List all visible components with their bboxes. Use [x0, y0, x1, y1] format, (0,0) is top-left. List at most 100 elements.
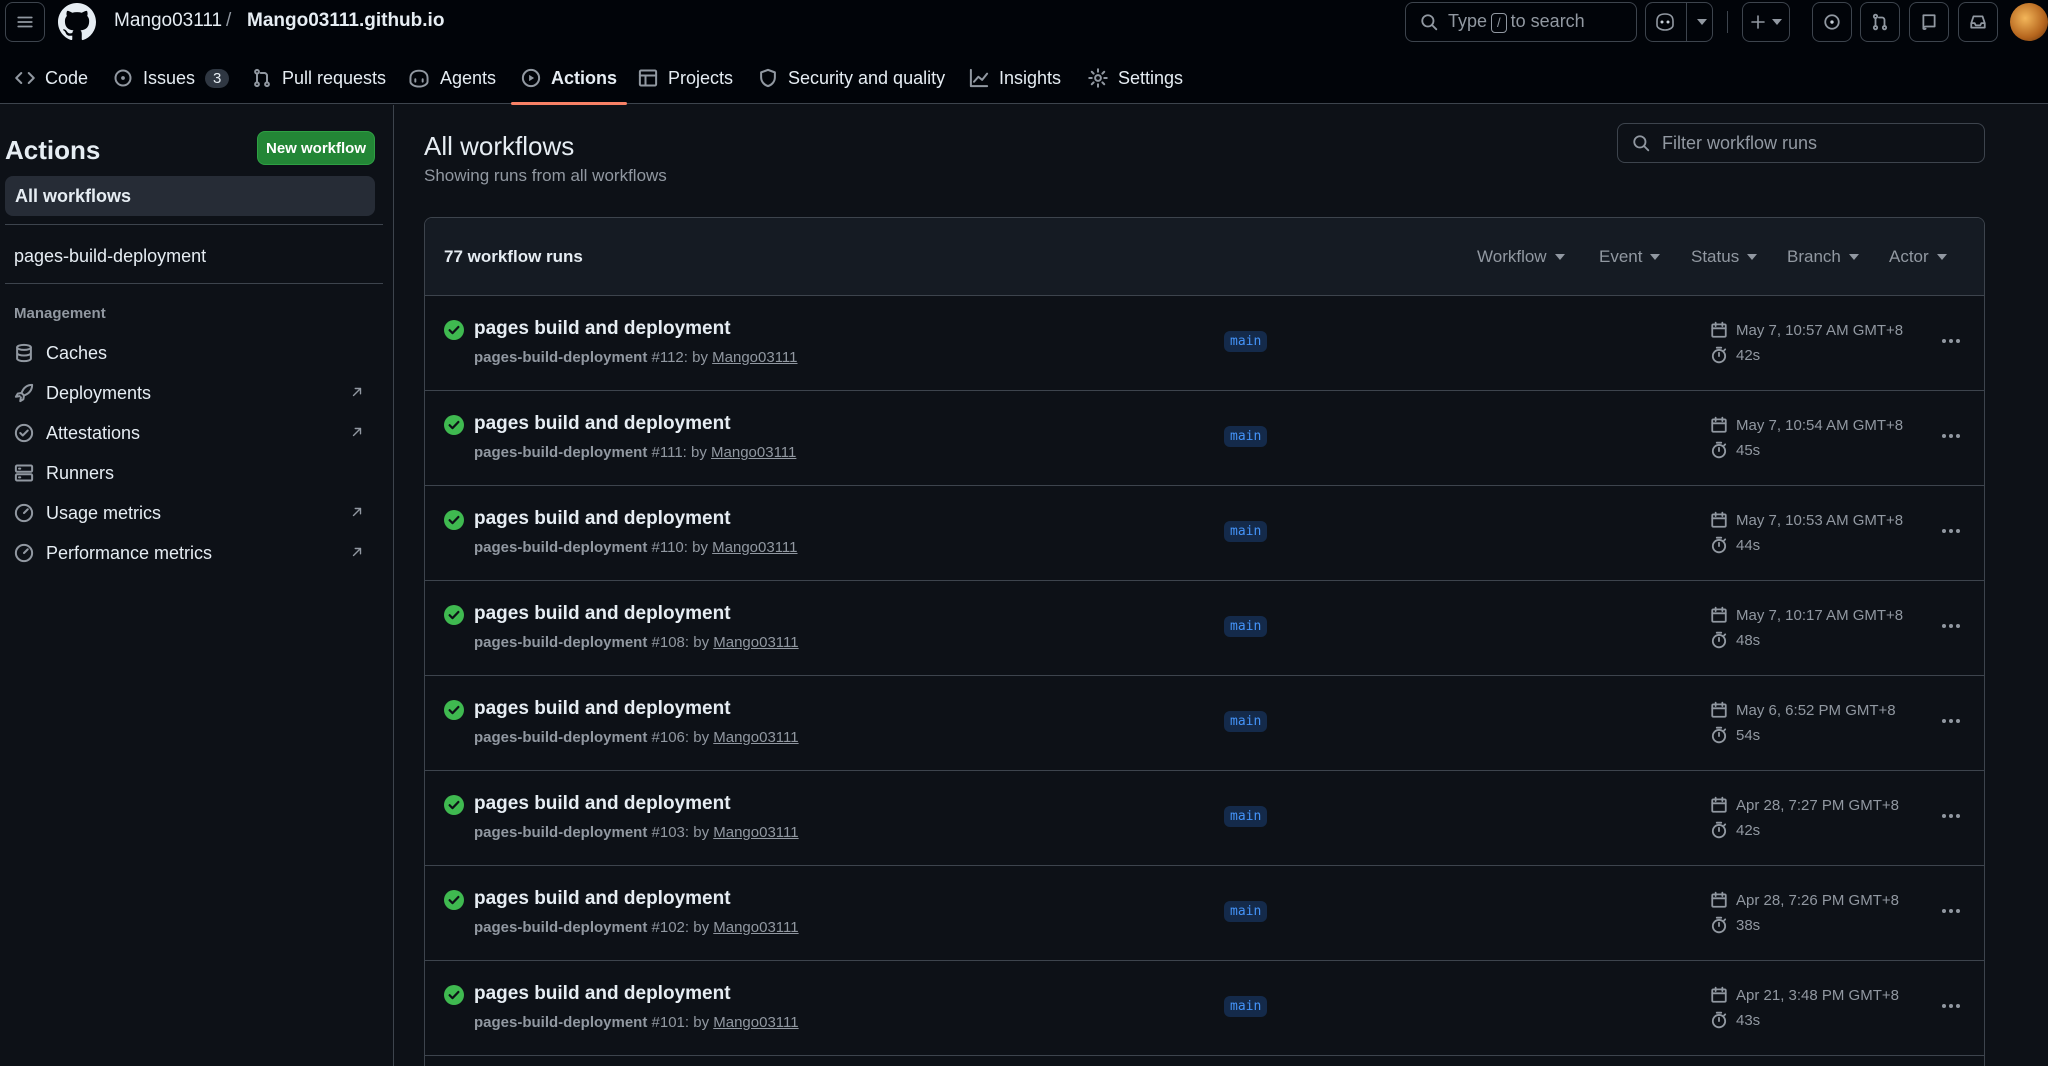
branch-filter-dropdown[interactable]: Branch [1787, 247, 1859, 267]
sidebar-item-label: Usage metrics [46, 502, 162, 523]
table-icon [638, 69, 658, 87]
sidebar-item-performance-metrics[interactable]: Performance metrics [14, 538, 364, 568]
stopwatch-icon [1711, 536, 1727, 554]
tab-agents[interactable]: Agents [408, 52, 496, 104]
run-actor-link[interactable]: Mango03111 [713, 1014, 798, 1031]
kebab-dot-icon [1949, 339, 1953, 343]
issues-button[interactable] [1812, 2, 1852, 42]
tab-settings[interactable]: Settings [1088, 52, 1183, 104]
branch-badge[interactable]: main [1224, 521, 1268, 542]
filter-workflow-runs-input[interactable]: Filter workflow runs [1617, 123, 1985, 163]
search-icon [1633, 135, 1650, 152]
event-filter-dropdown[interactable]: Event [1599, 247, 1661, 267]
run-duration-text: 42s [1736, 821, 1761, 839]
github-logo-icon[interactable] [58, 3, 96, 41]
sidebar-item-all-workflows[interactable]: All workflows [5, 176, 375, 216]
kebab-dot-icon [1956, 434, 1960, 438]
workflow-run-row[interactable]: pages build and deployment pages-build-d… [425, 581, 1984, 676]
pull-request-icon [254, 68, 270, 88]
run-title-link[interactable]: pages build and deployment [474, 793, 731, 815]
run-actor-link[interactable]: Mango03111 [713, 729, 798, 746]
sidebar-item-runners[interactable]: Runners [14, 458, 364, 488]
kebab-dot-icon [1942, 529, 1946, 533]
branch-badge[interactable]: main [1224, 616, 1268, 637]
run-options-button[interactable] [1937, 804, 1965, 828]
status-filter-dropdown[interactable]: Status [1691, 247, 1758, 267]
sidebar-item-attestations[interactable]: Attestations [14, 418, 364, 448]
stopwatch-icon [1711, 346, 1727, 364]
actor-filter-dropdown[interactable]: Actor [1889, 247, 1947, 267]
menu-button[interactable] [5, 2, 45, 42]
run-options-button[interactable] [1937, 709, 1965, 733]
run-options-button[interactable] [1937, 994, 1965, 1018]
run-title-link[interactable]: pages build and deployment [474, 698, 731, 720]
branch-badge[interactable]: main [1224, 901, 1268, 922]
tab-actions[interactable]: Actions [510, 52, 628, 105]
create-new-button[interactable] [1742, 2, 1790, 42]
workflow-run-row[interactable]: pages build and deployment pages-build-d… [425, 771, 1984, 866]
run-title-link[interactable]: pages build and deployment [474, 603, 731, 625]
run-by-text: : by [684, 729, 710, 746]
run-title-link[interactable]: pages build and deployment [474, 983, 731, 1005]
agent-icon [409, 69, 429, 88]
meter-icon [14, 503, 34, 523]
run-options-button[interactable] [1937, 329, 1965, 353]
repo-link[interactable]: Mango03111.github.io [247, 10, 444, 32]
sidebar-item-label: Attestations [46, 422, 141, 443]
tab-projects[interactable]: Projects [638, 52, 733, 104]
run-actor-link[interactable]: Mango03111 [713, 919, 798, 936]
global-header: Mango03111 / Mango03111.github.io Type / t… [0, 0, 2048, 105]
workflow-run-row[interactable]: pages build and deployment pages-build-d… [425, 961, 1984, 1056]
run-title-link[interactable]: pages build and deployment [474, 318, 731, 340]
run-actor-link[interactable]: Mango03111 [713, 634, 798, 651]
workflow-run-row[interactable]: pages build and deployment pages-build-d… [425, 391, 1984, 486]
run-title-link[interactable]: pages build and deployment [474, 413, 731, 435]
branch-badge[interactable]: main [1224, 331, 1268, 352]
run-date: May 7, 10:17 AM GMT+8 [1710, 606, 1903, 624]
run-actor-link[interactable]: Mango03111 [712, 539, 797, 556]
run-title-link[interactable]: pages build and deployment [474, 508, 731, 530]
tab-security[interactable]: Security and quality [758, 52, 945, 104]
pull-requests-button[interactable] [1860, 2, 1900, 42]
tab-issues[interactable]: Issues 3 [113, 52, 230, 104]
run-actor-link[interactable]: Mango03111 [713, 824, 798, 841]
tab-code[interactable]: Code [15, 52, 88, 104]
copilot-button[interactable] [1645, 2, 1713, 42]
workflow-run-row[interactable]: pages build and deployment pages-build-d… [425, 296, 1984, 391]
run-date-text: Apr 21, 3:48 PM GMT+8 [1736, 986, 1899, 1004]
sidebar-item-usage-metrics[interactable]: Usage metrics [14, 498, 364, 528]
run-options-button[interactable] [1937, 424, 1965, 448]
sidebar-item-pages-build-deployment[interactable]: pages-build-deployment [14, 246, 206, 267]
run-duration: 38s [1710, 916, 1760, 934]
branch-badge[interactable]: main [1224, 806, 1268, 827]
tab-insights[interactable]: Insights [969, 52, 1061, 104]
new-workflow-button[interactable]: New workflow [257, 131, 375, 165]
branch-badge[interactable]: main [1224, 426, 1268, 447]
repositories-button[interactable] [1909, 2, 1949, 42]
inbox-button[interactable] [1958, 2, 1998, 42]
success-check-icon [444, 415, 464, 435]
branch-badge[interactable]: main [1224, 711, 1268, 732]
run-options-button[interactable] [1937, 519, 1965, 543]
success-check-icon [444, 605, 464, 625]
run-options-button[interactable] [1937, 614, 1965, 638]
workflow-run-row[interactable]: pages build and deployment pages-build-d… [425, 486, 1984, 581]
run-options-button[interactable] [1937, 899, 1965, 923]
run-title-link[interactable]: pages build and deployment [474, 888, 731, 910]
run-actor-link[interactable]: Mango03111 [711, 444, 796, 461]
search-input[interactable]: Type / to search [1405, 2, 1637, 42]
sidebar-item-deployments[interactable]: Deployments [14, 378, 364, 408]
avatar[interactable] [2010, 3, 2048, 41]
run-workflow-name: pages-build-deployment [474, 444, 648, 461]
workflow-run-row[interactable]: pages build and deployment pages-build-d… [425, 676, 1984, 771]
page-subtitle: Showing runs from all workflows [424, 166, 667, 185]
sidebar-item-label: Performance metrics [46, 542, 213, 563]
workflow-run-row[interactable]: pages build and deployment pages-build-d… [425, 866, 1984, 961]
workflow-filter-dropdown[interactable]: Workflow [1477, 247, 1565, 267]
run-actor-link[interactable]: Mango03111 [712, 349, 797, 366]
run-meta: pages-build-deployment #103: by Mango031… [474, 824, 799, 841]
tab-pull-requests[interactable]: Pull requests [252, 52, 386, 104]
branch-badge[interactable]: main [1224, 996, 1268, 1017]
owner-link[interactable]: Mango03111 [114, 10, 222, 32]
sidebar-item-caches[interactable]: Caches [14, 338, 364, 368]
